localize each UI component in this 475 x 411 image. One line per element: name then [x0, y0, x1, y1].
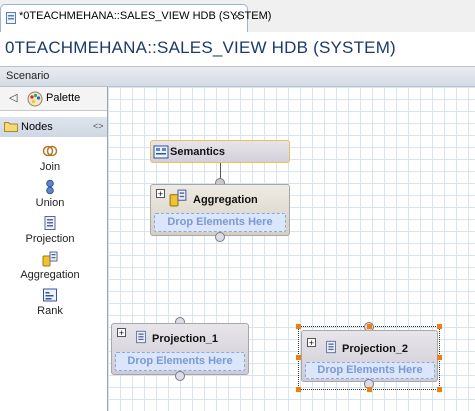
close-icon[interactable]: ⨯: [232, 9, 242, 23]
aggregation-icon: [42, 251, 58, 267]
resize-handle[interactable]: [437, 387, 442, 392]
expand-icon[interactable]: +: [117, 328, 126, 338]
palette-tool-aggregation[interactable]: Aggregation: [0, 251, 100, 281]
palette-icon: [27, 91, 43, 107]
palette-tool-rank[interactable]: Rank: [0, 287, 100, 317]
projection-1-label: Projection_1: [152, 333, 219, 345]
resize-handle[interactable]: [296, 387, 301, 392]
projection-1-input-port[interactable]: [175, 371, 185, 381]
folder-icon: [4, 122, 18, 132]
tool-label: Aggregation: [20, 269, 80, 281]
tool-label: Projection: [25, 233, 75, 245]
scenario-label: Scenario: [6, 70, 50, 82]
palette-tool-join[interactable]: Join: [0, 143, 100, 173]
palette-panel: ◁ Palette Nodes <> Join Union Projection…: [0, 87, 108, 411]
editor-tab[interactable]: *0TEACHMEHANA::SALES_VIEW HDB (SYSTEM) ⨯: [0, 4, 271, 32]
drop-zone[interactable]: Drop Elements Here: [305, 362, 435, 379]
tool-label: Union: [35, 197, 65, 209]
palette-tool-union[interactable]: Union: [0, 179, 100, 209]
resize-handle[interactable]: [367, 324, 372, 329]
drop-zone[interactable]: Drop Elements Here: [115, 352, 245, 371]
scenario-header: Scenario: [0, 66, 475, 87]
page-title: 0TEACHMEHANA::SALES_VIEW HDB (SYSTEM): [5, 38, 396, 57]
resize-handle[interactable]: [437, 324, 442, 329]
editor-tabstrip: *0TEACHMEHANA::SALES_VIEW HDB (SYSTEM) ⨯: [0, 0, 475, 32]
drop-zone[interactable]: Drop Elements Here: [154, 213, 286, 232]
drawer-toggle-icon[interactable]: <>: [93, 121, 104, 131]
nodes-label: Nodes: [21, 121, 53, 133]
resize-handle[interactable]: [367, 387, 372, 392]
semantics-node[interactable]: Semantics: [150, 140, 290, 163]
resize-handle[interactable]: [296, 324, 301, 329]
union-icon: [46, 179, 54, 195]
semantics-label: Semantics: [170, 146, 226, 158]
projection-2-label: Projection_2: [342, 343, 409, 355]
projection-2-node[interactable]: + Projection_2 Drop Elements Here: [301, 330, 438, 382]
palette-tool-projection[interactable]: Projection: [0, 215, 100, 245]
resize-handle[interactable]: [437, 355, 442, 360]
expand-icon[interactable]: +: [307, 338, 316, 348]
semantics-icon: [153, 145, 169, 159]
aggregation-label: Aggregation: [193, 194, 258, 206]
projection-icon: [326, 340, 336, 354]
tool-label: Rank: [37, 305, 63, 317]
projection-1-node[interactable]: + Projection_1 Drop Elements Here: [111, 323, 249, 375]
calculation-view-icon: [6, 12, 16, 24]
rank-icon: [43, 288, 57, 302]
projection-icon: [44, 216, 56, 230]
palette-header[interactable]: ◁ Palette: [0, 87, 107, 111]
collapse-palette-icon[interactable]: ◁: [9, 91, 17, 104]
aggregation-node[interactable]: + Aggregation Drop Elements Here: [150, 184, 290, 236]
tool-label: Join: [39, 161, 61, 173]
aggregation-input-port[interactable]: [215, 232, 225, 242]
aggregation-icon: [169, 189, 187, 207]
expand-icon[interactable]: +: [156, 189, 165, 199]
palette-label: Palette: [46, 92, 81, 104]
resize-handle[interactable]: [296, 355, 301, 360]
nodes-drawer-header[interactable]: Nodes <>: [0, 117, 107, 137]
join-icon: [42, 145, 58, 157]
projection-icon: [136, 330, 146, 344]
